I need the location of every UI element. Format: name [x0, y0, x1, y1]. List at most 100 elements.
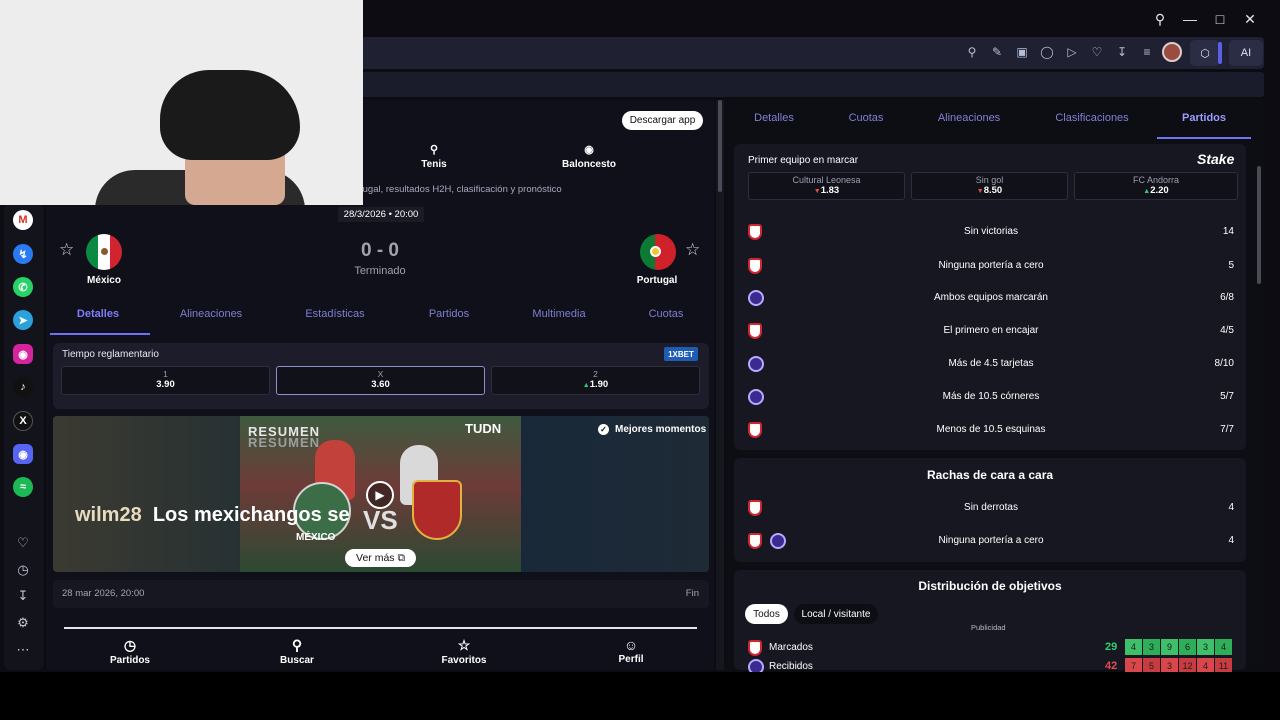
- tab-matches[interactable]: Partidos: [414, 308, 484, 320]
- filter-home-away[interactable]: Local / visitante: [794, 604, 878, 624]
- bookmaker-logo[interactable]: 1XBET: [664, 347, 698, 361]
- instagram-icon[interactable]: ◉: [13, 344, 33, 364]
- left-scrollbar-thumb[interactable]: [718, 100, 722, 192]
- streak-row[interactable]: Más de 10.5 córneres 5/7: [744, 388, 1238, 406]
- highlights-label[interactable]: ✓ Mejores momentos: [598, 424, 706, 435]
- goals-title: Distribución de objetivos: [918, 579, 1062, 593]
- rtab-lineups[interactable]: Alineaciones: [930, 112, 1008, 124]
- first-score-none[interactable]: Sin gol ▼8.50: [911, 172, 1068, 200]
- chat-user: wilm28: [75, 504, 142, 526]
- conceded-label: Recibidos: [769, 661, 813, 672]
- nav-search[interactable]: ⚲ Buscar: [257, 637, 337, 666]
- streak-row[interactable]: El primero en encajar 4/5: [744, 322, 1238, 340]
- bookmarks-bar: [360, 72, 1264, 97]
- odd-away[interactable]: 2 ▲1.90: [491, 366, 700, 395]
- close-icon[interactable]: ✕: [1241, 10, 1259, 28]
- option-key: Cultural Leonesa: [792, 175, 861, 185]
- nav-matches[interactable]: ◷ Partidos: [90, 637, 170, 666]
- streak-row[interactable]: Más de 4.5 tarjetas 8/10: [744, 355, 1238, 373]
- gmail-icon[interactable]: M: [13, 210, 33, 230]
- event-footer-row[interactable]: 28 mar 2026, 20:00 Fin: [53, 580, 709, 608]
- settings-gear-icon[interactable]: ⚙: [14, 614, 32, 632]
- nav-profile[interactable]: ☺ Perfil: [591, 637, 671, 665]
- scored-interval-cell: 6: [1179, 639, 1196, 655]
- streak-row[interactable]: Ambos equipos marcarán 6/8: [744, 289, 1238, 307]
- more-icon[interactable]: ⋯: [14, 641, 32, 659]
- first-score-away[interactable]: FC Andorra ▲2.20: [1074, 172, 1238, 200]
- filter-all[interactable]: Todos: [745, 604, 788, 624]
- heart-icon[interactable]: ♡: [1090, 45, 1104, 59]
- streak-row[interactable]: Ninguna portería a cero 5: [744, 257, 1238, 275]
- right-scrollbar-thumb[interactable]: [1257, 166, 1261, 284]
- odd-draw[interactable]: X 3.60: [276, 366, 485, 395]
- chat-overlay: wilm28 Los mexichangos se: [75, 504, 350, 527]
- external-icon: ⧉: [397, 551, 405, 564]
- play-icon[interactable]: ▷: [1065, 45, 1079, 59]
- sport-label: Tenis: [421, 159, 447, 170]
- nav-favorites[interactable]: ☆ Favoritos: [424, 637, 504, 666]
- play-icon[interactable]: ▶: [366, 481, 394, 509]
- sport-basketball[interactable]: ◉ Baloncesto: [559, 143, 619, 170]
- h2h-count: 4: [1228, 535, 1234, 546]
- odd-home[interactable]: 1 3.90: [61, 366, 270, 395]
- favorite-home-star-icon[interactable]: ☆: [59, 240, 74, 260]
- history-icon[interactable]: ◷: [14, 561, 32, 579]
- stake-logo[interactable]: Stake: [1197, 151, 1234, 167]
- rtab-odds[interactable]: Cuotas: [840, 112, 892, 124]
- zoom-icon[interactable]: ⚲: [965, 45, 979, 59]
- streak-label: El primero en encajar: [943, 325, 1039, 336]
- discord-icon[interactable]: ◉: [13, 444, 33, 464]
- tab-lineups[interactable]: Alineaciones: [168, 308, 254, 320]
- streak-label: Sin victorias: [964, 226, 1018, 237]
- rtab-matches[interactable]: Partidos: [1168, 112, 1240, 124]
- h2h-label: Sin derrotas: [964, 502, 1018, 513]
- first-score-home[interactable]: Cultural Leonesa ▼1.83: [748, 172, 905, 200]
- scored-total: 29: [1105, 641, 1118, 653]
- tab-stats[interactable]: Estadísticas: [290, 308, 380, 320]
- ai-button[interactable]: AI: [1229, 40, 1263, 66]
- heart-icon[interactable]: ♡: [14, 534, 32, 552]
- edit-icon[interactable]: ✎: [990, 45, 1004, 59]
- rtab-details[interactable]: Detalles: [744, 112, 804, 124]
- team-tag: MÉXICO: [296, 532, 336, 543]
- shield-icon[interactable]: ◯: [1040, 45, 1054, 59]
- sport-tennis[interactable]: ⚲ Tenis: [404, 143, 464, 170]
- minimize-icon[interactable]: —: [1181, 10, 1199, 28]
- tudn-logo: TUDN: [465, 421, 502, 436]
- match-description: tugal, resultados H2H, clasificación y p…: [360, 184, 562, 195]
- telegram-icon[interactable]: ➤: [13, 310, 33, 330]
- favorite-away-star-icon[interactable]: ☆: [685, 240, 700, 260]
- x-icon[interactable]: X: [13, 411, 33, 431]
- webcam-person-hair: [160, 70, 300, 160]
- maximize-icon[interactable]: □: [1211, 10, 1229, 28]
- h2h-row[interactable]: Ninguna portería a cero 4: [744, 532, 1238, 550]
- download-app-button[interactable]: Descargar app: [622, 111, 703, 130]
- tab-details[interactable]: Detalles: [62, 308, 134, 320]
- h2h-count: 4: [1228, 502, 1234, 513]
- tab-multimedia[interactable]: Multimedia: [520, 308, 598, 320]
- whatsapp-icon[interactable]: ✆: [13, 277, 33, 297]
- menu-icon[interactable]: ≡: [1140, 45, 1154, 59]
- download-icon[interactable]: ↧: [1115, 45, 1129, 59]
- rtab-standings[interactable]: Clasificaciones: [1046, 112, 1138, 124]
- search-icon[interactable]: ⚲: [1151, 10, 1169, 28]
- scored-label: Marcados: [769, 642, 813, 653]
- streak-row[interactable]: Sin victorias 14: [744, 223, 1238, 241]
- download-icon[interactable]: ↧: [14, 587, 32, 605]
- tiktok-icon[interactable]: ♪: [13, 377, 33, 397]
- extension-icon[interactable]: ⬡: [1190, 40, 1220, 66]
- streak-row[interactable]: Menos de 10.5 esquinas 7/7: [744, 421, 1238, 439]
- streak-count: 5: [1228, 260, 1234, 271]
- match-status: Terminado: [354, 265, 406, 277]
- profile-avatar-icon[interactable]: [1162, 42, 1182, 62]
- messenger-icon[interactable]: ↯: [13, 244, 33, 264]
- camera-icon[interactable]: ▣: [1015, 45, 1029, 59]
- h2h-row[interactable]: Sin derrotas 4: [744, 499, 1238, 517]
- extension-indicator: [1218, 42, 1222, 64]
- nav-label: Favoritos: [441, 655, 487, 666]
- spotify-icon[interactable]: ≈: [13, 477, 33, 497]
- screen: ⚲ — □ ✕ ⚲ ✎ ▣ ◯ ▷ ♡ ↧ ≡ ⬡ AI Descargar a…: [0, 0, 1280, 720]
- tab-odds[interactable]: Cuotas: [632, 308, 700, 320]
- odd-value: 3.90: [156, 379, 175, 390]
- see-more-button[interactable]: Ver más ⧉: [345, 549, 416, 567]
